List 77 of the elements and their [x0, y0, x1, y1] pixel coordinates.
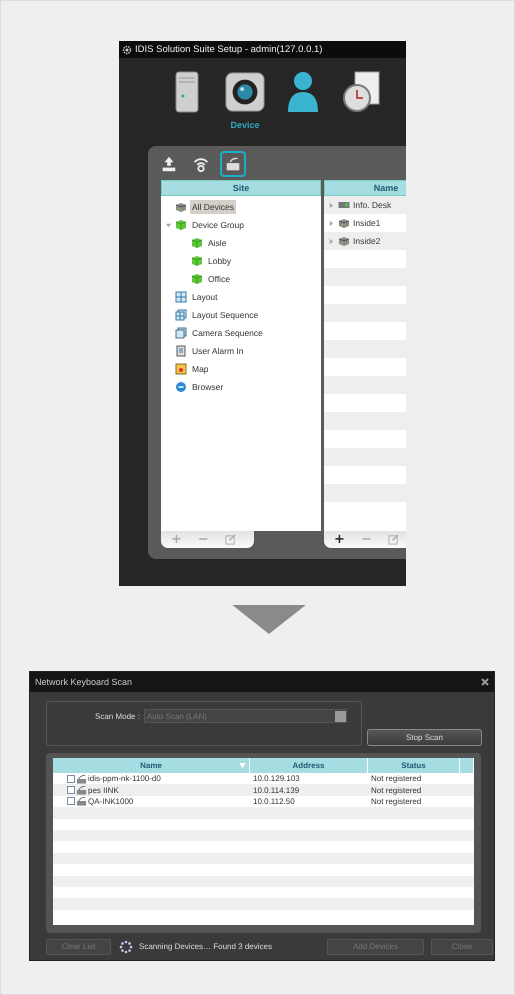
- keyboard-icon: [338, 199, 350, 211]
- dialog-title: Network Keyboard Scan: [35, 677, 132, 687]
- cube-icon: [191, 255, 203, 267]
- table-cell: pes IINK: [88, 786, 119, 795]
- table-cell: Not registered: [371, 774, 422, 784]
- cube-icon: [191, 273, 203, 285]
- column-header: Site: [161, 180, 321, 196]
- upload-icon: [160, 155, 178, 173]
- keyboard-button[interactable]: [220, 151, 246, 177]
- list-row[interactable]: Inside2: [324, 232, 406, 250]
- edit-icon[interactable]: [388, 534, 399, 545]
- box-stack-icon: [175, 327, 187, 339]
- device-name[interactable]: Info. Desk: [353, 200, 392, 210]
- table-row[interactable]: idis-ppm-nk-1100-d0 10.0.129.103 Not registered: [53, 773, 474, 784]
- device-name[interactable]: Inside1: [353, 218, 380, 228]
- expand-arrow-icon[interactable]: [328, 238, 335, 244]
- tree-item[interactable]: Map: [190, 362, 211, 376]
- edit-icon[interactable]: [224, 534, 236, 545]
- down-arrow-icon: [231, 605, 307, 634]
- expand-arrow-icon[interactable]: [328, 220, 335, 226]
- tree-item[interactable]: Camera Sequence: [190, 326, 265, 340]
- camera-lens-icon[interactable]: [224, 70, 266, 114]
- row-checkbox[interactable]: [67, 786, 75, 794]
- keyboard-icon: [76, 774, 87, 784]
- cube-icon: [175, 219, 187, 231]
- device-icon: [175, 201, 187, 213]
- tree-item[interactable]: All Devices: [190, 200, 236, 214]
- window-title: IDIS Solution Suite Setup - admin(127.0.0.1): [135, 44, 322, 55]
- tree-item[interactable]: Browser: [190, 380, 226, 394]
- column-header: Name: [324, 180, 406, 196]
- list-row[interactable]: Info. Desk: [324, 196, 406, 214]
- row-checkbox[interactable]: [67, 797, 75, 806]
- expand-arrow-icon[interactable]: [165, 222, 172, 228]
- table-cell: QA-INK1000: [88, 796, 134, 806]
- list-row[interactable]: Inside1: [324, 214, 406, 232]
- tree-item[interactable]: Layout Sequence: [190, 308, 260, 322]
- grid-icon: [175, 291, 187, 303]
- category-label: Device: [230, 120, 260, 130]
- map-icon: [175, 363, 187, 375]
- keyboard-icon: [76, 785, 87, 796]
- table-cell: 10.0.129.103: [253, 774, 300, 784]
- device-name[interactable]: Inside2: [353, 236, 380, 246]
- spinner-icon: [119, 940, 133, 954]
- cube-icon: [191, 237, 203, 249]
- table-cell: 10.0.114.139: [253, 786, 300, 795]
- column-header[interactable]: Address: [250, 758, 368, 773]
- table-cell: Not registered: [371, 796, 422, 806]
- list-action-button[interactable]: +: [334, 533, 345, 546]
- expand-arrow-icon[interactable]: [328, 202, 335, 208]
- keyboard-icon: [76, 796, 87, 806]
- stop-scan-button[interactable]: Stop Scan: [367, 729, 482, 746]
- gear-icon: [122, 44, 132, 54]
- table-cell: 10.0.112.50: [253, 796, 295, 806]
- tree-item[interactable]: Aisle: [206, 236, 228, 250]
- row-checkbox[interactable]: [67, 774, 75, 783]
- tree-item[interactable]: Lobby: [206, 254, 234, 268]
- device-icon: [338, 235, 350, 247]
- tree-item[interactable]: User Alarm In: [190, 344, 246, 358]
- tree-item[interactable]: Office: [206, 272, 232, 286]
- tree-item[interactable]: Device Group: [190, 218, 246, 232]
- table-cell: idis-ppm-nk-1100-d0: [88, 774, 161, 784]
- scan-status: Scanning Devices… Found 3 devices: [139, 942, 273, 951]
- grid-stack-icon: [175, 309, 187, 321]
- keyboard-icon: [224, 155, 242, 173]
- panel-icon: [175, 345, 187, 357]
- column-header[interactable]: Name: [53, 758, 250, 773]
- column-header[interactable]: Status: [368, 758, 460, 773]
- close-icon[interactable]: [481, 678, 489, 686]
- field-label: Scan Mode :: [95, 711, 140, 721]
- tree-item[interactable]: Layout: [190, 290, 220, 304]
- sort-arrow-icon: [239, 763, 246, 768]
- browser-icon: [175, 381, 187, 393]
- table-row[interactable]: QA-INK1000 10.0.112.50 Not registered: [53, 796, 474, 808]
- table-row[interactable]: pes IINK 10.0.114.139 Not registered: [53, 784, 474, 796]
- table-cell: Not registered: [371, 786, 422, 795]
- device-icon: [338, 217, 350, 229]
- document-clock-icon[interactable]: [340, 70, 382, 114]
